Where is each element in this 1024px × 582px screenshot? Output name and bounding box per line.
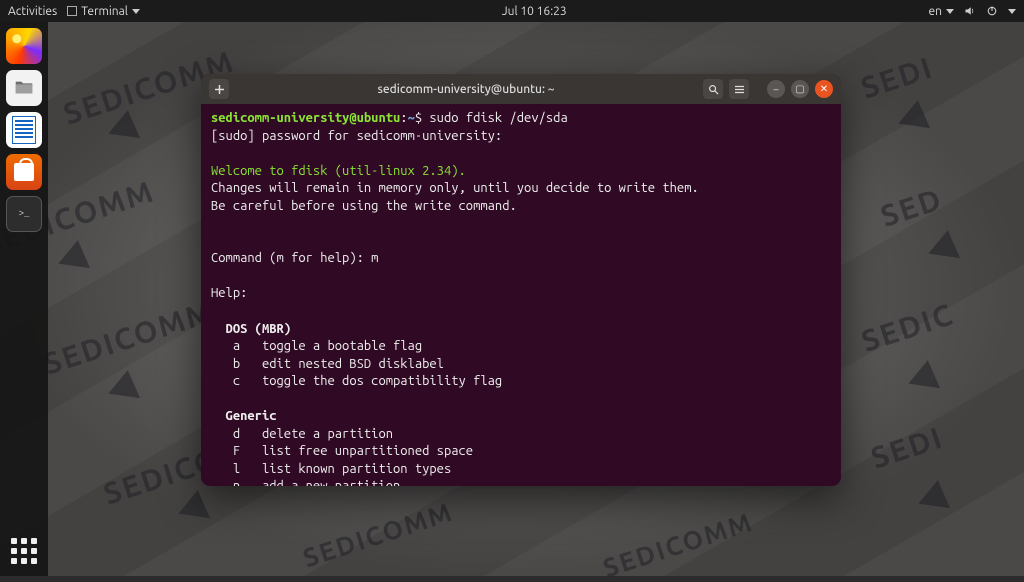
dock-files[interactable] — [6, 70, 42, 106]
dos-section-header: DOS (MBR) — [211, 322, 291, 336]
power-icon — [986, 5, 998, 17]
window-title: sedicomm-university@ubuntu: ~ — [235, 83, 697, 96]
help-header: Help: — [211, 286, 247, 300]
clock[interactable]: Jul 10 16:23 — [502, 5, 567, 18]
menu-icon — [734, 84, 745, 95]
dock-terminal[interactable]: >_ — [6, 196, 42, 232]
fdisk-note1: Changes will remain in memory only, unti… — [211, 181, 699, 195]
help-line: d delete a partition — [211, 427, 393, 441]
dock-firefox[interactable] — [6, 28, 42, 64]
help-line: c toggle the dos compatibility flag — [211, 374, 502, 388]
volume-icon[interactable] — [964, 5, 976, 17]
input-language-label: en — [929, 5, 942, 18]
terminal-appmenu[interactable]: Terminal — [67, 5, 140, 18]
terminal-icon — [67, 6, 77, 16]
power-icon[interactable] — [986, 5, 998, 17]
prompt-icon: >_ — [19, 209, 30, 219]
input-language[interactable]: en — [929, 5, 954, 18]
help-line: b edit nested BSD disklabel — [211, 357, 444, 371]
chevron-down-icon — [946, 9, 954, 14]
help-line: n add a new partition — [211, 479, 400, 486]
gnome-topbar: Activities Terminal Jul 10 16:23 en — [0, 0, 1024, 22]
terminal-appmenu-label: Terminal — [81, 5, 128, 18]
hamburger-menu-button[interactable] — [729, 79, 749, 99]
window-titlebar[interactable]: sedicomm-university@ubuntu: ~ – ▢ ✕ — [201, 74, 841, 104]
fdisk-command-prompt: Command (m for help): m — [211, 251, 378, 265]
dock-writer[interactable] — [6, 112, 42, 148]
fdisk-welcome: Welcome to fdisk (util-linux 2.34). — [211, 164, 466, 178]
help-line: a toggle a bootable flag — [211, 339, 422, 353]
search-button[interactable] — [703, 79, 723, 99]
search-icon — [708, 84, 719, 95]
maximize-button[interactable]: ▢ — [791, 80, 809, 98]
dock: >_ — [0, 22, 48, 576]
sudo-prompt: [sudo] password for sedicomm-university: — [211, 129, 502, 143]
plus-icon — [214, 84, 225, 95]
document-icon — [12, 116, 36, 144]
terminal-window: sedicomm-university@ubuntu: ~ – ▢ ✕ sedi… — [201, 74, 841, 486]
activities-button[interactable]: Activities — [8, 5, 57, 18]
minimize-button[interactable]: – — [767, 80, 785, 98]
help-line: F list free unpartitioned space — [211, 444, 473, 458]
close-button[interactable]: ✕ — [815, 80, 833, 98]
show-applications-button[interactable] — [9, 536, 39, 566]
chevron-down-icon — [132, 9, 140, 14]
generic-section-header: Generic — [211, 409, 277, 423]
prompt-path: ~ — [408, 111, 415, 125]
dock-software[interactable] — [6, 154, 42, 190]
folder-icon — [13, 77, 35, 99]
speaker-icon — [964, 5, 976, 17]
new-tab-button[interactable] — [209, 79, 229, 99]
terminal-body[interactable]: sedicomm-university@ubuntu:~$ sudo fdisk… — [201, 104, 841, 486]
prompt-user: sedicomm-university@ubuntu — [211, 111, 400, 125]
command: sudo fdisk /dev/sda — [429, 111, 567, 125]
shopping-bag-icon — [14, 163, 34, 181]
chevron-down-icon — [1008, 9, 1016, 14]
help-line: l list known partition types — [211, 462, 451, 476]
fdisk-note2: Be careful before using the write comman… — [211, 199, 517, 213]
